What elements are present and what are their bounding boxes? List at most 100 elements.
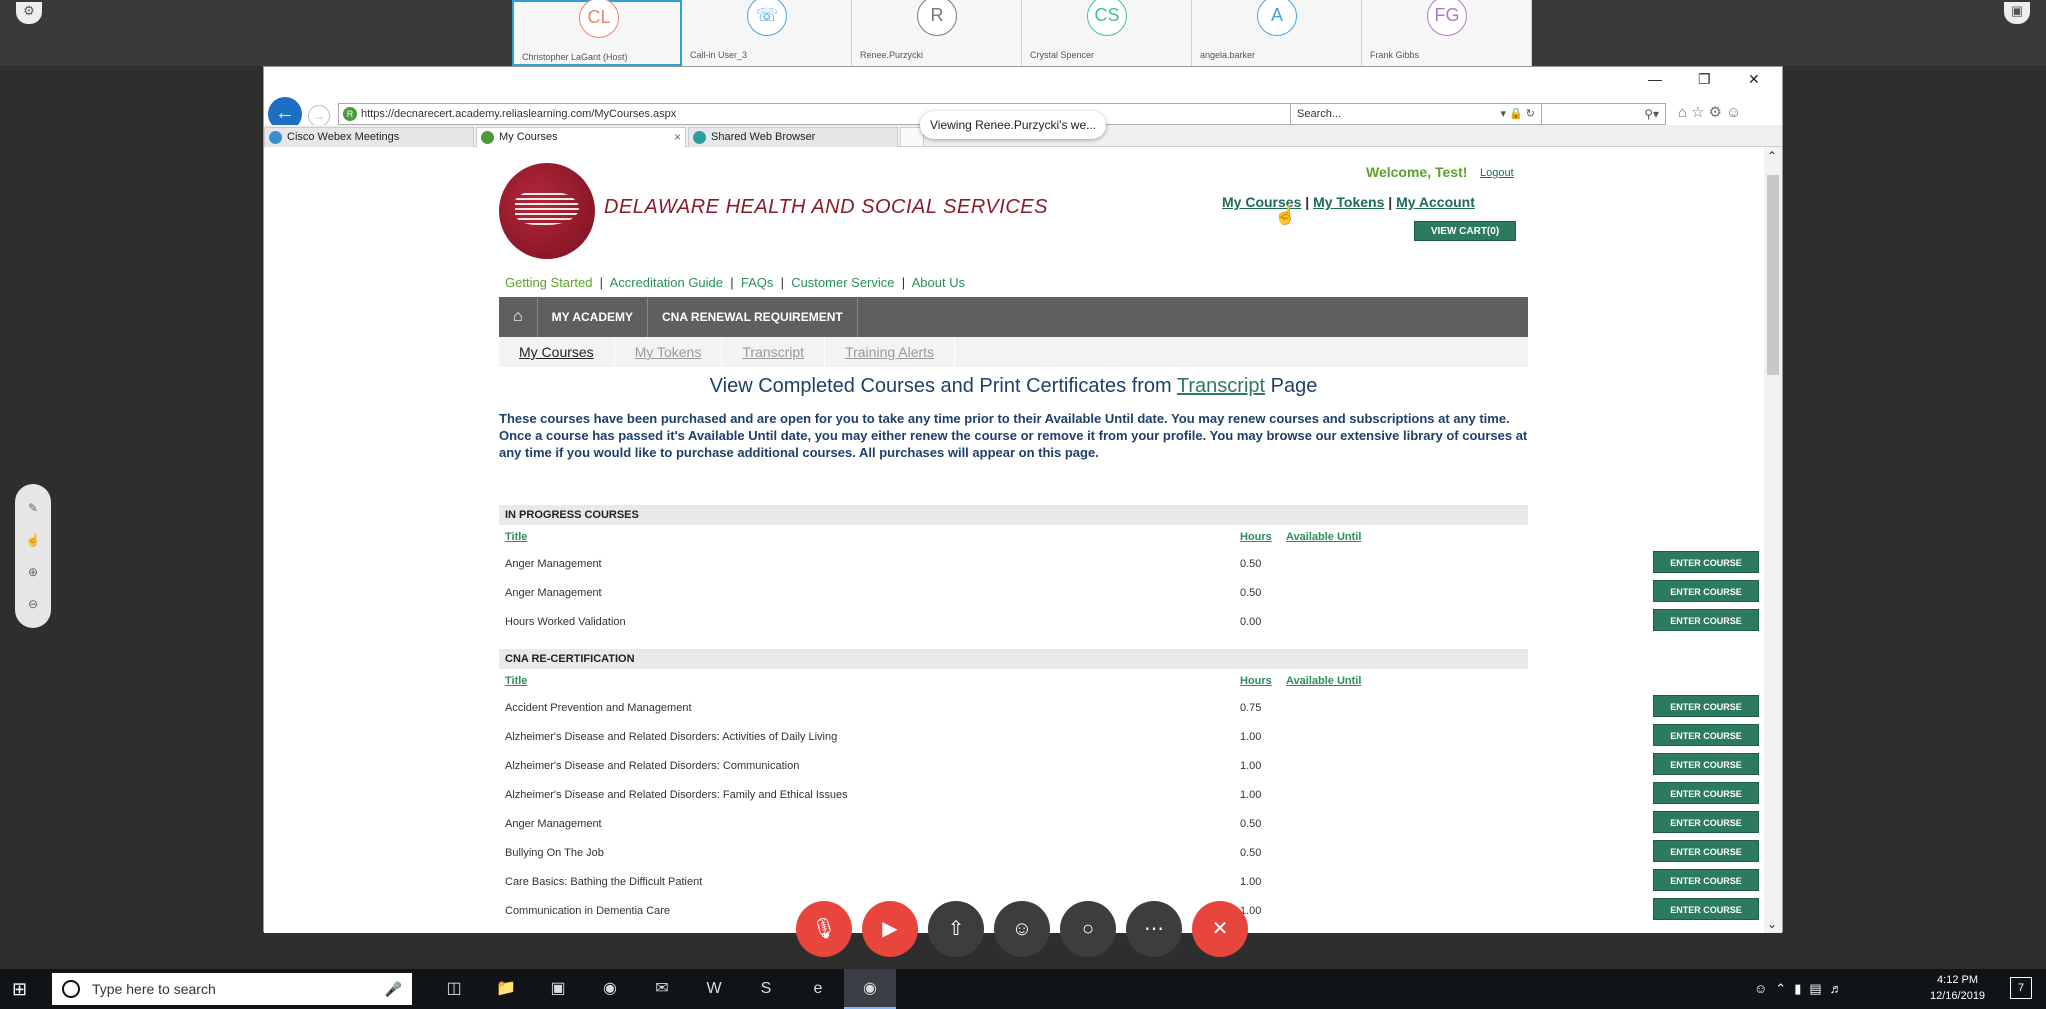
faqs-link[interactable]: FAQs <box>741 275 774 290</box>
page-scrollbar[interactable]: ⌃ ⌄ <box>1764 147 1782 933</box>
scroll-down-icon[interactable]: ⌄ <box>1767 917 1777 931</box>
enter-course-button[interactable]: ENTER COURSE <box>1653 811 1759 833</box>
windows-start-icon[interactable]: ⊞ <box>12 979 27 1000</box>
share-icon[interactable]: ⇧ <box>928 901 984 957</box>
window-icon[interactable]: ▣ <box>2004 2 2030 24</box>
tab-webex[interactable]: Cisco Webex Meetings <box>264 127 474 147</box>
tools-icon[interactable]: ⚙ <box>1709 104 1726 121</box>
outlook-icon[interactable]: ✉ <box>636 969 688 1009</box>
settings-icon[interactable]: ⚙ <box>16 2 42 24</box>
enter-course-button[interactable]: ENTER COURSE <box>1653 580 1759 602</box>
enter-course-button[interactable]: ENTER COURSE <box>1653 753 1759 775</box>
accreditation-guide-link[interactable]: Accreditation Guide <box>610 275 723 290</box>
enter-course-button[interactable]: ENTER COURSE <box>1653 551 1759 573</box>
file-explorer-icon[interactable]: 📁 <box>480 969 532 1009</box>
enter-course-button[interactable]: ENTER COURSE <box>1653 695 1759 717</box>
chrome-icon[interactable]: ◉ <box>584 969 636 1009</box>
minimize-icon[interactable]: — <box>1648 71 1662 87</box>
internet-explorer-icon[interactable]: e <box>792 969 844 1009</box>
nav-my-academy[interactable]: MY ACADEMY <box>538 297 649 337</box>
my-tokens-link[interactable]: My Tokens <box>1313 194 1384 210</box>
participant-tile[interactable]: FG Frank Gibbs <box>1362 0 1532 66</box>
mute-icon[interactable]: 🎙 <box>796 901 852 957</box>
zoom-in-icon[interactable]: ⊕ <box>28 565 38 579</box>
pointer-icon[interactable]: ☝ <box>26 533 41 547</box>
scroll-thumb[interactable] <box>1767 175 1779 375</box>
people-icon[interactable]: ☺ <box>1754 981 1775 996</box>
battery-icon[interactable]: ▮ <box>1794 981 1809 996</box>
task-view-icon[interactable]: ◫ <box>428 969 480 1009</box>
scroll-up-icon[interactable]: ⌃ <box>1767 149 1777 163</box>
participant-avatar: ☏ <box>747 0 787 36</box>
column-header-title[interactable]: Title <box>505 531 527 543</box>
store-icon[interactable]: ▣ <box>532 969 584 1009</box>
clock[interactable]: 4:12 PM 12/16/2019 <box>1930 972 1985 1004</box>
chat-icon[interactable]: ○ <box>1060 901 1116 957</box>
enter-course-button[interactable]: ENTER COURSE <box>1653 724 1759 746</box>
video-off-icon[interactable]: ▶ <box>862 901 918 957</box>
enter-course-button[interactable]: ENTER COURSE <box>1653 782 1759 804</box>
participant-tile[interactable]: Aangela.barker <box>1192 0 1362 66</box>
word-icon[interactable]: W <box>688 969 740 1009</box>
forward-icon[interactable]: → <box>308 105 330 127</box>
home-nav-icon[interactable]: ⌂ <box>499 297 538 337</box>
zoom-out-icon[interactable]: ⊖ <box>28 597 38 611</box>
web-page: DELAWARE HEALTH AND SOCIAL SERVICES Welc… <box>264 147 1764 933</box>
notifications-icon[interactable]: 7 <box>2010 977 2032 999</box>
favorites-icon[interactable]: ☆ <box>1691 104 1708 121</box>
section-header: CNA RE-CERTIFICATION <box>499 649 1528 669</box>
chevron-up-icon[interactable]: ⌃ <box>1775 981 1794 996</box>
column-header-title[interactable]: Title <box>505 675 527 687</box>
close-tab-icon[interactable]: × <box>674 128 681 146</box>
participant-avatar: FG <box>1427 0 1467 36</box>
customer-service-link[interactable]: Customer Service <box>791 275 894 290</box>
subtab-training-alerts[interactable]: Training Alerts <box>825 337 956 367</box>
subtab-transcript[interactable]: Transcript <box>722 337 826 367</box>
column-header-available-until[interactable]: Available Until <box>1286 675 1361 687</box>
network-icon[interactable]: ▤ <box>1809 981 1829 996</box>
about-us-link[interactable]: About Us <box>912 275 965 290</box>
enter-course-button[interactable]: ENTER COURSE <box>1653 609 1759 631</box>
subtab-my-tokens[interactable]: My Tokens <box>615 337 723 367</box>
course-row: Alzheimer's Disease and Related Disorder… <box>499 724 1759 752</box>
column-header-hours[interactable]: Hours <box>1240 675 1272 687</box>
column-header-available-until[interactable]: Available Until <box>1286 531 1361 543</box>
enter-course-button[interactable]: ENTER COURSE <box>1653 869 1759 891</box>
end-call-icon[interactable]: ✕ <box>1192 901 1248 957</box>
home-icon[interactable]: ⌂ <box>1678 104 1691 121</box>
participant-tile[interactable]: ☏ Call-in User_3 <box>682 0 852 66</box>
search-input[interactable]: Search... ⚲▾ <box>1290 103 1666 125</box>
course-title: Anger Management <box>505 558 602 570</box>
column-header-hours[interactable]: Hours <box>1240 531 1272 543</box>
search-icon[interactable]: ⚲▾ <box>1644 104 1659 124</box>
enter-course-button[interactable]: ENTER COURSE <box>1653 898 1759 920</box>
microphone-icon[interactable]: 🎤 <box>385 973 402 1005</box>
my-account-link[interactable]: My Account <box>1396 194 1475 210</box>
volume-icon[interactable]: ♬ <box>1830 981 1851 996</box>
participant-tile[interactable]: CS Crystal Spencer <box>1022 0 1192 66</box>
taskbar-search-input[interactable]: Type here to search 🎤 <box>52 973 412 1005</box>
view-cart-button[interactable]: VIEW CART(0) <box>1414 221 1516 241</box>
participant-tile[interactable]: R Renee.Purzycki <box>852 0 1022 66</box>
clock-date: 12/16/2019 <box>1930 990 1986 1002</box>
course-hours: 0.50 <box>1240 818 1262 830</box>
more-icon[interactable]: ⋯ <box>1126 901 1182 957</box>
tab-shared-browser[interactable]: Shared Web Browser <box>688 127 898 147</box>
logout-link[interactable]: Logout <box>1480 167 1514 179</box>
enter-course-button[interactable]: ENTER COURSE <box>1653 840 1759 862</box>
transcript-link[interactable]: Transcript <box>1177 375 1265 397</box>
course-row: Accident Prevention and Management 0.75 EN… <box>499 695 1759 723</box>
participant-tile[interactable]: CL Christopher LaGant (Host) <box>512 0 682 66</box>
course-hours: 1.00 <box>1240 789 1262 801</box>
getting-started-link[interactable]: Getting Started <box>505 275 592 290</box>
annotate-icon[interactable]: ✎ <box>28 501 38 515</box>
skype-icon[interactable]: S <box>740 969 792 1009</box>
tab-my-courses[interactable]: My Courses × <box>476 127 686 147</box>
nav-cna-renewal[interactable]: CNA RENEWAL REQUIREMENT <box>648 297 858 337</box>
participants-icon[interactable]: ☺ <box>994 901 1050 957</box>
subtab-my-courses[interactable]: My Courses <box>499 337 615 367</box>
close-icon[interactable]: ✕ <box>1748 71 1760 88</box>
restore-icon[interactable]: ❐ <box>1698 71 1711 88</box>
webex-taskbar-icon[interactable]: ◉ <box>844 969 896 1009</box>
smiley-icon[interactable]: ☺ <box>1726 104 1745 121</box>
